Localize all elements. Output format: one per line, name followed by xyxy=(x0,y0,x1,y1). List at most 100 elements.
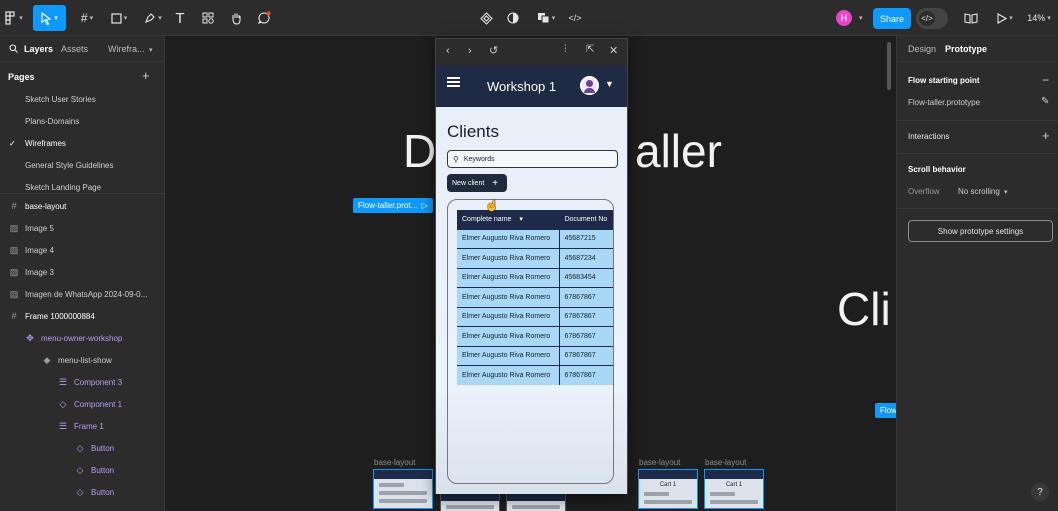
restart-icon[interactable]: ↺ xyxy=(489,44,498,57)
layer-row[interactable]: ☰ Frame 1 xyxy=(57,421,104,432)
layer-row[interactable]: ☰ Component 3 xyxy=(57,377,122,388)
preview-toolbar: ‹ › ↺ ⫶ ⇱ ✕ xyxy=(436,39,627,66)
zoom-dropdown[interactable]: 14% ▾ xyxy=(1024,5,1054,31)
table-row[interactable]: Elmer Augusto Riva Romero 67867867 xyxy=(457,287,613,307)
frame-icon: # xyxy=(11,311,17,321)
tab-prototype[interactable]: Prototype xyxy=(945,44,987,54)
present-play-button[interactable]: ▾ xyxy=(994,5,1016,31)
help-icon[interactable]: ? xyxy=(1031,483,1049,501)
image-icon: ▨ xyxy=(9,245,19,255)
frame-label[interactable]: base-layout xyxy=(705,458,746,467)
instance-icon: ◇ xyxy=(76,487,84,497)
layer-row[interactable]: ◇ Button xyxy=(74,443,115,454)
flow-name[interactable]: Flow-taller.prototype xyxy=(908,98,980,107)
frame-label[interactable]: base-layout xyxy=(639,458,680,467)
dev-mode-toggle[interactable]: </> xyxy=(916,8,948,29)
page-item[interactable]: General Style Guidelines xyxy=(25,161,114,170)
caret-down-icon[interactable]: ▼ xyxy=(605,79,614,89)
table-row[interactable]: Elmer Augusto Riva Romero 67867867 xyxy=(457,365,613,385)
hamburger-menu-icon[interactable] xyxy=(447,77,460,87)
share-button[interactable]: Share xyxy=(873,8,911,29)
main-menu-icon[interactable]: ▾ xyxy=(4,5,24,31)
layer-row[interactable]: ▨ Image 3 xyxy=(8,267,54,278)
left-panel-tabs: Layers Assets Wirefra... ▾ xyxy=(0,36,165,62)
frame-label[interactable]: base-layout xyxy=(374,458,415,467)
code-icon[interactable]: </> xyxy=(567,5,583,31)
table-row[interactable]: Elmer Augusto Riva Romero 67867867 xyxy=(457,326,613,346)
layer-row[interactable]: ◇ Button xyxy=(74,465,115,476)
frame-thumbnail[interactable] xyxy=(373,469,433,509)
overflow-label: Overflow xyxy=(908,187,940,196)
pen-tool-button[interactable]: ▾ xyxy=(140,5,166,31)
remove-minus-icon[interactable]: − xyxy=(1042,73,1049,87)
image-icon: ▨ xyxy=(9,289,19,299)
comment-icon[interactable] xyxy=(256,5,272,31)
layer-row[interactable]: ▨ Image 5 xyxy=(8,223,54,234)
add-interaction-plus-icon[interactable]: + xyxy=(1042,128,1050,143)
column-header-document[interactable]: Document No xyxy=(559,210,613,229)
frame-thumbnail[interactable] xyxy=(506,491,566,511)
new-client-button[interactable]: New client + xyxy=(447,174,507,192)
layer-row[interactable]: ◇ Component 1 xyxy=(57,399,123,410)
layer-row[interactable]: ◆ menu-list-show xyxy=(41,355,112,366)
contrast-icon[interactable] xyxy=(505,5,521,31)
divider xyxy=(0,193,165,194)
layer-row[interactable]: ▨ Image 4 xyxy=(8,245,54,256)
open-external-icon[interactable]: ⇱ xyxy=(586,44,594,55)
table-row[interactable]: Elmer Augusto Riva Romero 45687234 xyxy=(457,248,613,268)
frame-thumbnail[interactable]: Cart 1 xyxy=(704,469,764,509)
layer-row[interactable]: # Frame 1000000884 xyxy=(8,311,94,321)
table-row[interactable]: Elmer Augusto Riva Romero 45687215 xyxy=(457,228,613,249)
page-item-current[interactable]: Wireframes xyxy=(25,139,66,148)
user-avatar[interactable]: H xyxy=(836,10,852,26)
layer-row[interactable]: ✥ menu-owner-workshop xyxy=(24,333,122,344)
page-item[interactable]: Plans-Domains xyxy=(25,117,79,126)
boolean-icon[interactable]: ▾ xyxy=(533,5,559,31)
page-item[interactable]: Sketch User Stories xyxy=(25,95,96,104)
hand-tool-icon[interactable] xyxy=(228,5,244,31)
close-icon[interactable]: ✕ xyxy=(609,44,618,57)
page-title: Clients xyxy=(447,122,499,141)
frame-thumbnail[interactable]: Cart 1 xyxy=(638,469,698,509)
table-row[interactable]: Elmer Augusto Riva Romero 67867867 xyxy=(457,306,613,327)
shape-tool-button[interactable]: ▾ xyxy=(106,5,132,31)
add-page-plus-icon[interactable]: + xyxy=(142,68,150,83)
flow-starting-tag[interactable]: Flow-taller.prot... ▷ xyxy=(353,198,433,213)
back-arrow-icon[interactable]: ‹ xyxy=(446,45,450,57)
page-item[interactable]: Sketch Landing Page xyxy=(25,183,101,192)
tab-layers[interactable]: Layers xyxy=(24,44,53,54)
layer-row[interactable]: ▨ Imagen de WhatsApp 2024-09-0... xyxy=(8,289,148,300)
settings-sliders-icon[interactable]: ⫶ xyxy=(564,44,567,55)
layer-row[interactable]: # base-layout xyxy=(8,201,66,211)
table-row[interactable]: Elmer Augusto Riva Romero 67867867 xyxy=(457,345,613,366)
library-book-icon[interactable] xyxy=(963,5,979,31)
resources-icon[interactable] xyxy=(200,5,216,31)
overflow-select[interactable]: No scrolling ▾ xyxy=(958,187,1008,196)
pen-icon xyxy=(145,13,156,23)
forward-arrow-icon[interactable]: › xyxy=(468,45,472,57)
instance-icon: ◆ xyxy=(43,355,51,365)
canvas-heading-text: aller xyxy=(635,125,722,177)
flow-starting-tag[interactable]: Flow xyxy=(875,403,896,418)
search-icon[interactable] xyxy=(9,44,18,55)
top-toolbar: ▾ ▾ # ▾ ▾ ▾ T ▾ </> H ▾ Share </> ▾ 14% ▾ xyxy=(0,0,1058,36)
component-icon[interactable] xyxy=(478,5,494,31)
column-header-name[interactable]: Complete name ▾ xyxy=(457,210,560,229)
user-account-icon[interactable] xyxy=(580,76,599,95)
image-icon: ▨ xyxy=(9,223,19,233)
frame-thumbnail[interactable] xyxy=(440,491,500,511)
edit-icon[interactable]: ✎ xyxy=(1041,96,1049,107)
show-prototype-settings-button[interactable]: Show prototype settings xyxy=(908,220,1053,242)
canvas-scrollbar[interactable] xyxy=(887,42,891,90)
search-input[interactable]: ⚲ Keywords xyxy=(447,150,618,168)
tab-design[interactable]: Design xyxy=(908,44,936,54)
tab-assets[interactable]: Assets xyxy=(61,44,88,54)
move-tool-button[interactable]: ▾ xyxy=(33,5,66,31)
frame-tool-button[interactable]: # ▾ xyxy=(74,5,100,31)
page-switcher[interactable]: Wirefra... ▾ xyxy=(108,44,153,54)
table-row[interactable]: Elmer Augusto Riva Romero 45683454 xyxy=(457,267,613,288)
layer-row[interactable]: ◇ Button xyxy=(74,487,115,498)
chevron-down-icon[interactable]: ▾ xyxy=(859,14,863,22)
text-tool-icon[interactable]: T xyxy=(172,5,188,31)
play-icon xyxy=(997,12,1008,24)
